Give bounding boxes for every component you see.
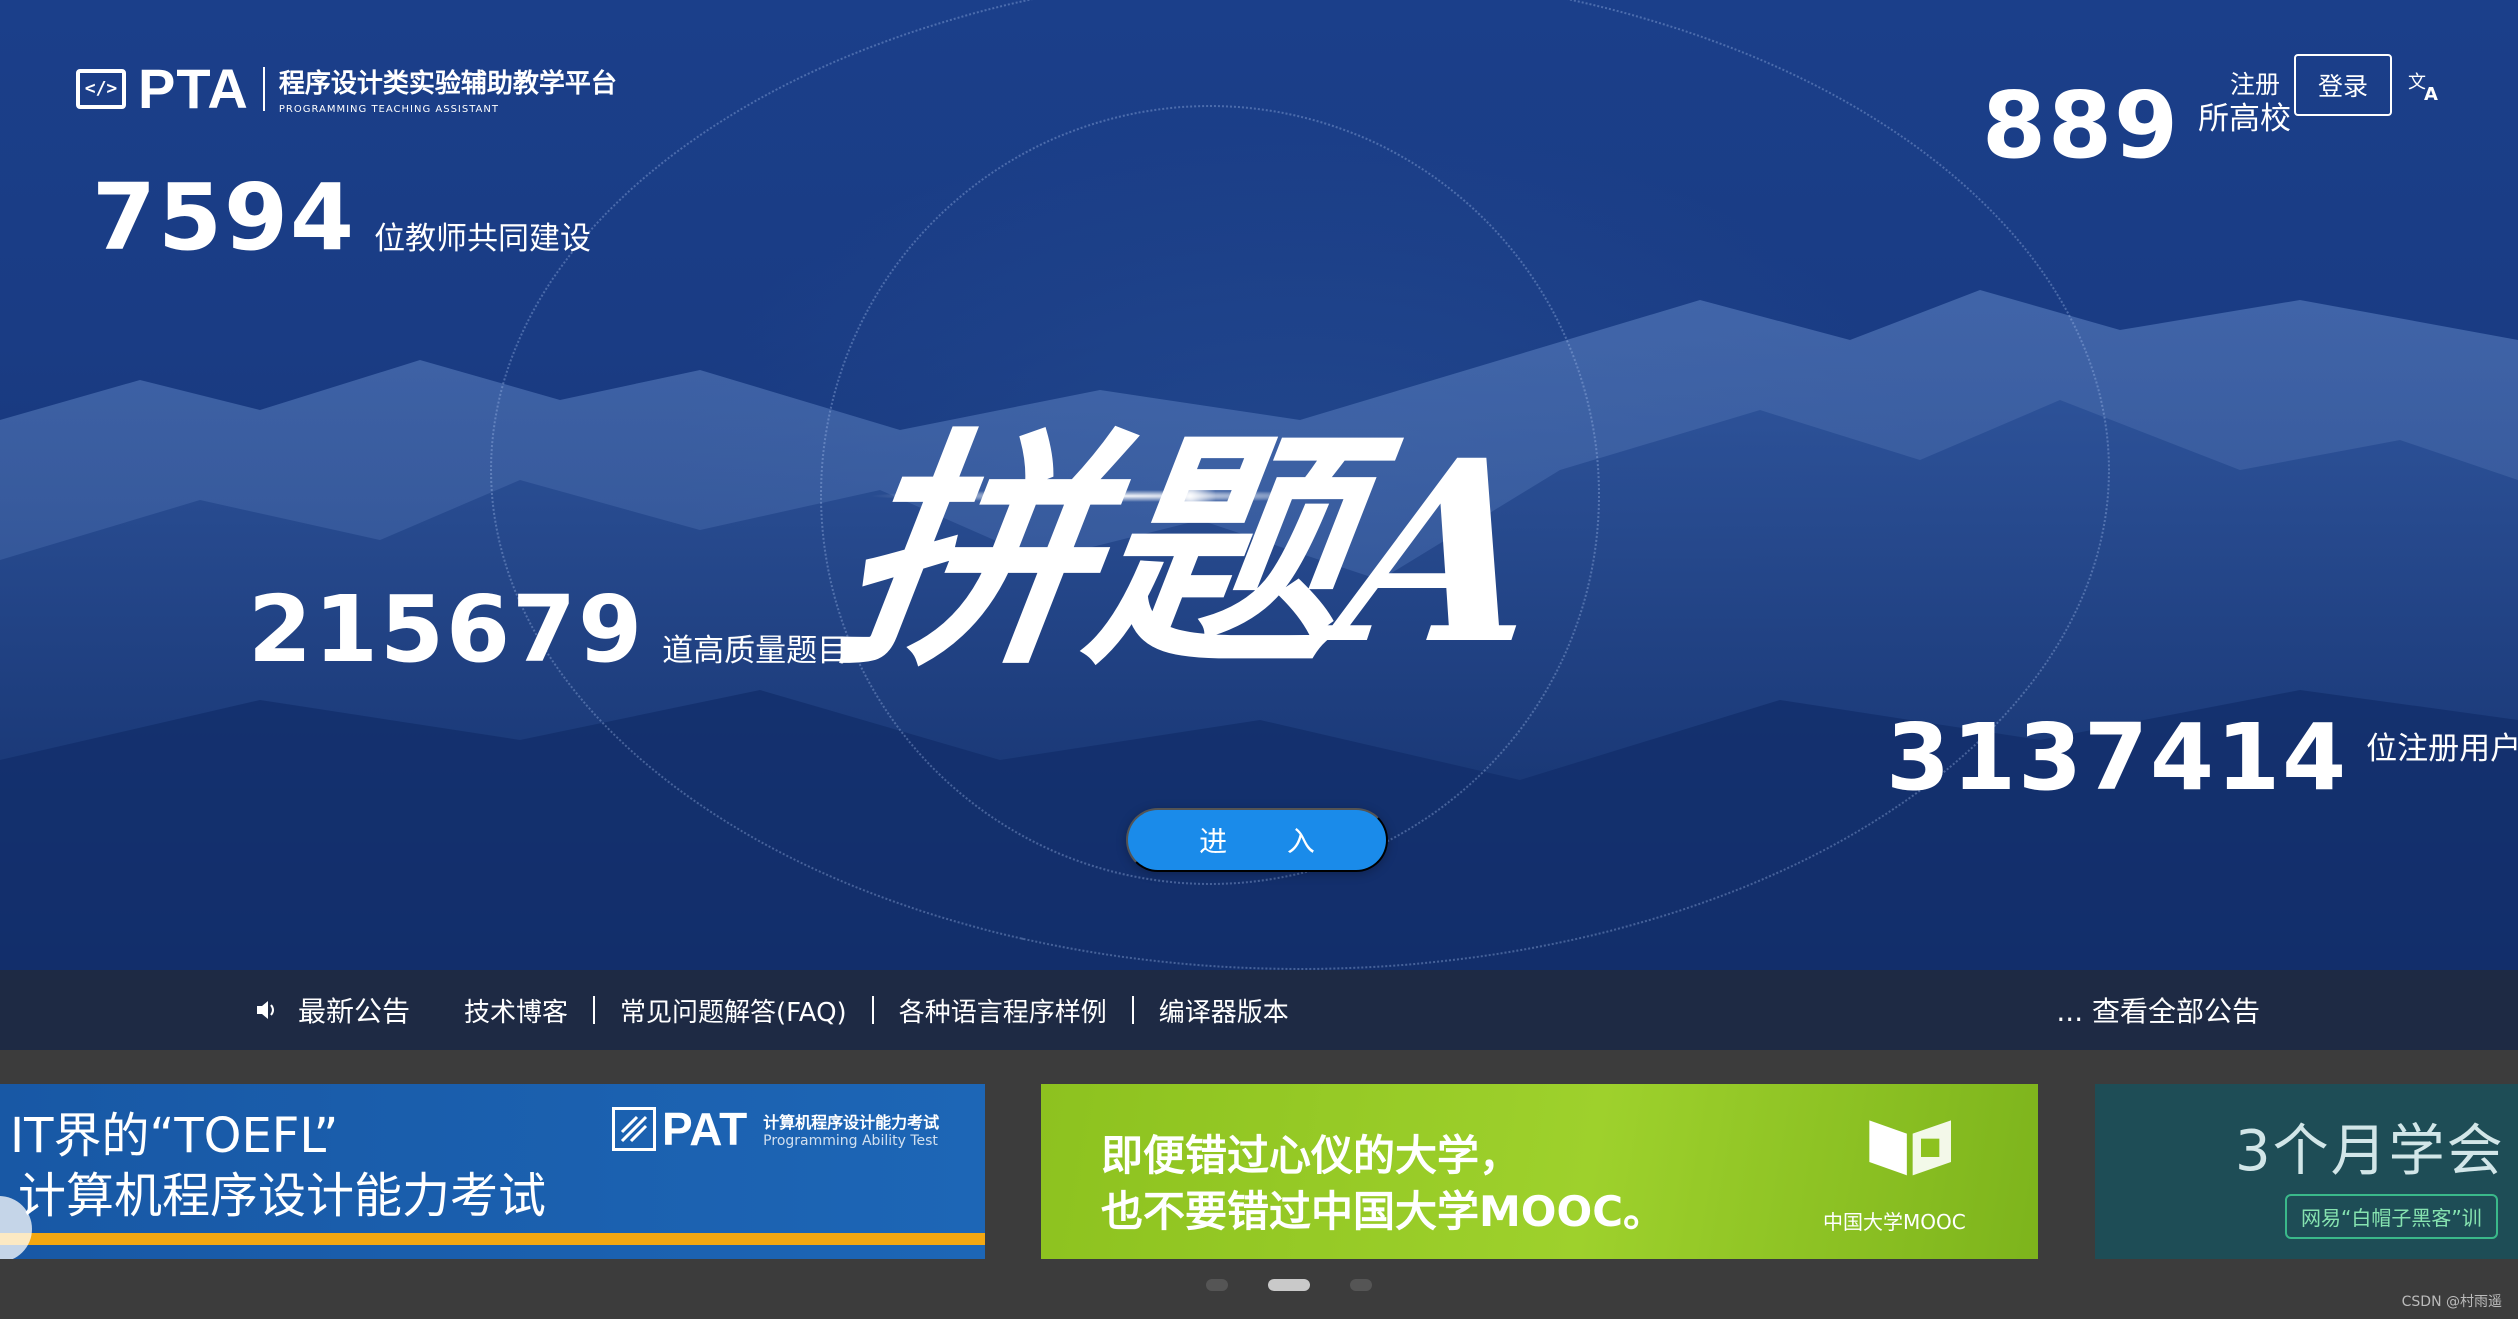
- carousel-indicators: [1186, 1279, 1392, 1291]
- account-links: 注册 登录 文 A: [2230, 54, 2444, 116]
- register-link[interactable]: 注册: [2230, 65, 2280, 101]
- login-button[interactable]: 登录: [2293, 54, 2392, 116]
- banner-stripe: [0, 1233, 985, 1245]
- language-samples-link[interactable]: 各种语言程序样例: [899, 992, 1107, 1029]
- slogan-calligraphy: 拼题A: [824, 406, 1559, 700]
- slogan-text: 拼题A: [824, 406, 1559, 700]
- banner-pat[interactable]: IT界的“TOEFL” 计算机程序设计能力考试 PAT 计算机程序设计能力考试 …: [0, 1084, 985, 1259]
- enter-button[interactable]: 进 入: [1126, 808, 1388, 872]
- banner-mooc-line1: 即便错过心仪的大学，: [1101, 1131, 1522, 1180]
- stat-users: 3137414 位注册用户共同拼题: [1886, 704, 2518, 811]
- mooc-logo-label: 中国大学MOOC: [1823, 1210, 1966, 1234]
- separator: [1131, 996, 1134, 1024]
- latest-notice-title[interactable]: 最新公告: [298, 990, 410, 1030]
- view-all-notices-link[interactable]: ... 查看全部公告: [2056, 970, 2260, 1050]
- logo-text: PTA: [138, 57, 249, 120]
- tech-blog-link[interactable]: 技术博客: [464, 992, 568, 1029]
- platform-name: 程序设计类实验辅助教学平台: [278, 68, 617, 99]
- stat-teachers: 7594 位教师共同建设: [92, 164, 591, 271]
- banner-hacker-tag: 网易“白帽子黑客”训: [2285, 1194, 2498, 1239]
- banner-hacker-line1: 3个月学会: [2235, 1119, 2505, 1184]
- stat-users-value: 3137414: [1886, 704, 2349, 811]
- notice-links: 最新公告 技术博客 常见问题解答(FAQ) 各种语言程序样例 编译器版本: [254, 970, 1289, 1050]
- code-icon: </>: [76, 68, 126, 109]
- stat-schools-value: 889: [1982, 72, 2181, 179]
- platform-name-en: PROGRAMMING TEACHING ASSISTANT: [278, 103, 499, 115]
- pat-logo-caption: 计算机程序设计能力考试 Programming Ability Test: [747, 1109, 939, 1149]
- pat-logo-cn: 计算机程序设计能力考试: [763, 1113, 940, 1132]
- speaker-icon: [257, 1001, 274, 1019]
- faq-link[interactable]: 常见问题解答(FAQ): [620, 992, 847, 1029]
- banner-mooc[interactable]: 即便错过心仪的大学， 也不要错过中国大学MOOC。 中国大学MOOC: [1041, 1084, 2038, 1259]
- pat-logo-icon: [612, 1107, 656, 1151]
- mooc-book-icon: [1869, 1120, 1951, 1176]
- carousel-dot[interactable]: [1350, 1279, 1372, 1291]
- stat-teachers-value: 7594: [92, 164, 357, 271]
- hero-section: </> PTA 程序设计类实验辅助教学平台 PROGRAMMING TEACHI…: [0, 0, 2518, 970]
- svg-text:A: A: [2424, 84, 2438, 104]
- compiler-versions-link[interactable]: 编译器版本: [1159, 992, 1289, 1029]
- pat-logo-text: PAT: [662, 1103, 748, 1155]
- separator: [871, 996, 874, 1024]
- banner-mooc-line2: 也不要错过中国大学MOOC。: [1101, 1187, 1666, 1236]
- platform-name-block: 程序设计类实验辅助教学平台 PROGRAMMING TEACHING ASSIS…: [279, 63, 617, 115]
- stat-users-label: 位注册用户共同拼题: [2366, 731, 2518, 767]
- separator: [593, 996, 596, 1024]
- banner-hacker[interactable]: 3个月学会 网易“白帽子黑客”训: [2095, 1084, 2518, 1259]
- watermark: CSDN @村雨遥: [2401, 1294, 2502, 1310]
- stat-problems: 215679 道高质量题目: [248, 576, 848, 683]
- pat-logo: PAT 计算机程序设计能力考试 Programming Ability Test: [612, 1102, 939, 1156]
- banner-pat-line2: 计算机程序设计能力考试: [18, 1168, 547, 1224]
- pat-logo-en: Programming Ability Test: [763, 1133, 938, 1149]
- stat-teachers-label: 位教师共同建设: [374, 221, 592, 257]
- carousel-dot[interactable]: [1206, 1279, 1228, 1291]
- pta-logo[interactable]: </> PTA 程序设计类实验辅助教学平台 PROGRAMMING TEACHI…: [76, 56, 617, 121]
- stat-problems-value: 215679: [248, 576, 645, 683]
- notice-bar: 最新公告 技术博客 常见问题解答(FAQ) 各种语言程序样例 编译器版本 ...…: [0, 970, 2518, 1050]
- carousel-dot-active[interactable]: [1268, 1279, 1310, 1291]
- language-switch-icon[interactable]: 文 A: [2406, 66, 2444, 104]
- logo-divider: [262, 66, 265, 111]
